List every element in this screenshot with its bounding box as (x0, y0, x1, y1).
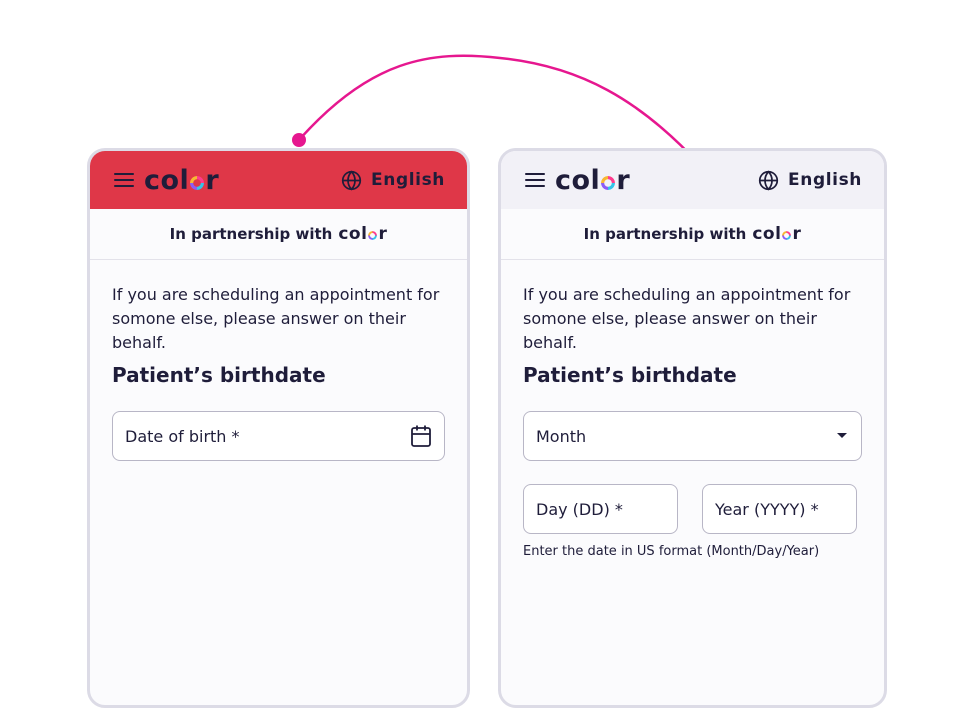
calendar-icon[interactable] (410, 424, 432, 448)
language-label: English (371, 170, 445, 190)
left-phone-screen: col r English In partnership with col r If… (87, 148, 470, 708)
partnership-banner: In partnership with col r (90, 209, 467, 260)
section-heading: Patient’s birthdate (523, 363, 737, 387)
form-content: If you are scheduling an appointment for… (501, 260, 884, 559)
color-logo[interactable]: col r (555, 167, 630, 194)
day-field[interactable]: Day (DD) * (523, 484, 678, 534)
day-year-row: Day (DD) * Year (YYYY) * (523, 484, 862, 534)
date-of-birth-field[interactable]: Date of birth * (112, 411, 445, 461)
partnership-label: In partnership with (583, 225, 747, 243)
month-select[interactable]: Month (523, 411, 862, 461)
globe-icon (341, 170, 362, 190)
logo-ring-icon (601, 175, 616, 190)
form-content: If you are scheduling an appointment for… (90, 260, 467, 461)
logo-ring-icon (782, 230, 792, 240)
partner-logo: col r (338, 223, 388, 244)
language-label: English (788, 170, 862, 190)
date-of-birth-label: Date of birth * (125, 426, 240, 446)
language-selector[interactable]: English (758, 170, 862, 191)
intro-text: If you are scheduling an appointment for… (112, 285, 440, 352)
partnership-label: In partnership with (169, 225, 333, 243)
section-heading: Patient’s birthdate (112, 363, 326, 387)
day-label: Day (DD) * (536, 499, 623, 519)
color-logo[interactable]: col r (144, 167, 219, 194)
logo-ring-icon (190, 175, 205, 190)
caret-down-icon (837, 433, 847, 438)
logo-ring-icon (368, 230, 378, 240)
header-bar: col r English (90, 151, 467, 209)
hamburger-menu-icon[interactable] (525, 173, 545, 187)
partnership-banner: In partnership with col r (501, 209, 884, 260)
intro-text: If you are scheduling an appointment for… (523, 285, 851, 352)
language-selector[interactable]: English (341, 170, 445, 191)
date-format-helper: Enter the date in US format (Month/Day/Y… (523, 544, 820, 559)
year-field[interactable]: Year (YYYY) * (702, 484, 857, 534)
globe-icon (758, 170, 779, 190)
right-phone-screen: col r English In partnership with col r If… (498, 148, 887, 708)
header-bar: col r English (501, 151, 884, 209)
year-label: Year (YYYY) * (715, 499, 819, 519)
month-label: Month (536, 426, 587, 446)
hamburger-menu-icon[interactable] (114, 173, 134, 187)
partner-logo: col r (752, 223, 802, 244)
